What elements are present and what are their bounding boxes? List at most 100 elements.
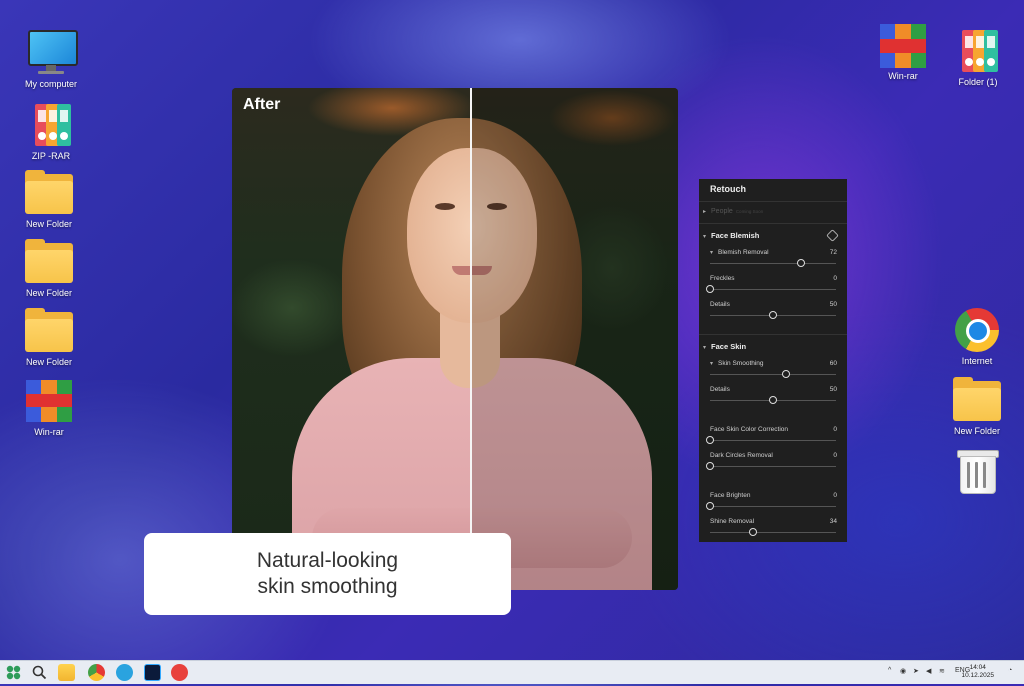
blemish-details-slider[interactable] [710, 311, 836, 319]
slider-knob[interactable] [706, 285, 714, 293]
desktop-icon-my-computer[interactable]: My computer [16, 30, 86, 89]
desktop-icon-label: Win-rar [888, 71, 918, 81]
desktop-icon-label: New Folder [25, 219, 72, 229]
folder-icon [24, 170, 74, 216]
desktop-icon-label: Folder (1) [958, 77, 998, 87]
slider-knob[interactable] [781, 370, 790, 378]
before-half [470, 88, 678, 590]
face-blemish-header[interactable]: ▾ Face Blemish [703, 231, 759, 240]
recycle-bin-icon [952, 448, 1002, 494]
slider-knob[interactable] [769, 396, 777, 404]
desktop-icon-label: New Folder [25, 357, 72, 367]
link-icon[interactable] [826, 229, 839, 242]
network-icon[interactable]: ◉ [900, 667, 906, 675]
shine-removal-slider[interactable] [710, 528, 836, 536]
desktop-icon-label: Win-rar [34, 427, 64, 437]
desktop-icon-win-rar[interactable]: Win-rar [868, 22, 938, 81]
slider-value: 60 [829, 360, 837, 367]
winrar-icon [24, 378, 74, 424]
dark-circles-slider[interactable] [706, 462, 836, 470]
chrome-taskbar-icon[interactable] [88, 664, 105, 681]
binders-icon [26, 102, 76, 148]
folder-icon [24, 239, 74, 285]
slider-knob[interactable] [706, 436, 714, 444]
coming-soon-note: Coming Soon [735, 209, 764, 214]
desktop-icon-internet[interactable]: Internet [942, 307, 1012, 366]
people-section[interactable]: ▸ People Coming Soon [703, 208, 763, 215]
caret-right-icon: ▸ [703, 209, 707, 215]
winrar-icon [878, 22, 928, 68]
desktop-icon-new-folder[interactable]: New Folder [14, 170, 84, 229]
slider-label: Details [710, 301, 730, 308]
slider-knob[interactable] [796, 259, 805, 267]
send-icon[interactable]: ➤ [913, 667, 919, 675]
face-skin-header[interactable]: ▾ Face Skin [703, 342, 746, 351]
face-brighten-slider[interactable] [706, 502, 836, 510]
slider-knob[interactable] [706, 502, 714, 510]
desktop-icon-label: New Folder [25, 288, 72, 298]
desktop-icon-label: Internet [961, 356, 993, 366]
skin-color-correction-slider[interactable] [706, 436, 836, 444]
slider-value: 34 [829, 518, 837, 525]
slider-label: Face Brighten [710, 492, 751, 499]
slider-value: 0 [833, 452, 837, 459]
caret-down-icon: ▾ [703, 345, 707, 351]
slider-label: Dark Circles Removal [710, 452, 773, 459]
slider-label: Freckles [710, 275, 735, 282]
taskbar: ^ ◉ ➤ ◀ ≋ ENG 14:04 10.12.2025 ◔ [0, 660, 1024, 684]
slider-value: 0 [833, 275, 837, 282]
comparison-divider-handle[interactable] [470, 88, 472, 590]
folder-icon [24, 308, 74, 354]
desktop-icon-recycle-bin[interactable] [942, 448, 1012, 497]
slider-value: 72 [829, 249, 837, 256]
slider-label: Face Skin Color Correction [710, 426, 789, 433]
slider-knob[interactable] [748, 528, 757, 536]
caption-line-1: Natural-looking [256, 549, 399, 572]
freckles-slider[interactable] [706, 285, 836, 293]
after-label: After [243, 96, 281, 113]
clock-date: 10.12.2025 [961, 672, 994, 679]
desktop-icon-new-folder[interactable]: New Folder [14, 239, 84, 298]
app-icon[interactable] [171, 664, 188, 681]
caption-line-2: skin smoothing [257, 575, 398, 598]
slider-value: 0 [833, 426, 837, 433]
desktop-icon-folder-1[interactable]: Folder (1) [943, 28, 1013, 87]
desktop-icon-label: New Folder [953, 426, 1000, 436]
desktop-icon-zip-rar[interactable]: ZIP -RAR [16, 102, 86, 161]
chevron-up-icon[interactable]: ^ [888, 667, 891, 674]
search-icon[interactable] [31, 664, 48, 681]
skin-smoothing-slider[interactable] [710, 370, 836, 378]
slider-knob[interactable] [706, 462, 714, 470]
clock[interactable]: 14:04 10.12.2025 [961, 664, 994, 680]
clock-time: 14:04 [969, 664, 986, 671]
desktop-icon-win-rar[interactable]: Win-rar [14, 378, 84, 437]
slider-knob[interactable] [769, 311, 777, 319]
binders-icon [953, 28, 1003, 74]
notification-bell-icon[interactable]: ◔ [1008, 667, 1012, 674]
desktop-icon-new-folder[interactable]: New Folder [14, 308, 84, 367]
desktop-icon-label: ZIP -RAR [31, 151, 71, 161]
slider-value: 0 [833, 492, 837, 499]
slider-label: Shine Removal [710, 518, 755, 525]
slider-label: ▾ Skin Smoothing [710, 360, 764, 367]
retouch-panel: Retouch ▸ People Coming Soon ▾ Face Blemish… [699, 179, 847, 542]
slider-label: ▾ Blemish Removal [710, 249, 769, 256]
telegram-icon[interactable] [116, 664, 133, 681]
monitor-icon [26, 30, 78, 76]
photoshop-icon[interactable] [144, 664, 161, 681]
desktop-icon-label: My computer [24, 79, 77, 89]
slider-value: 50 [829, 301, 837, 308]
before-after-photo: After [232, 88, 678, 590]
slider-label: Details [710, 386, 730, 393]
folder-icon [952, 377, 1002, 423]
start-icon[interactable] [5, 664, 22, 681]
panel-title: Retouch [710, 184, 746, 194]
desktop-icon-new-folder[interactable]: New Folder [942, 377, 1012, 436]
slider-value: 50 [829, 386, 837, 393]
volume-icon[interactable]: ◀ [926, 667, 931, 675]
blemish-removal-slider[interactable] [710, 259, 836, 267]
wifi-icon[interactable]: ≋ [939, 667, 945, 675]
file-explorer-icon[interactable] [58, 664, 75, 681]
caret-down-icon: ▾ [703, 234, 707, 240]
skin-details-slider[interactable] [710, 396, 836, 404]
